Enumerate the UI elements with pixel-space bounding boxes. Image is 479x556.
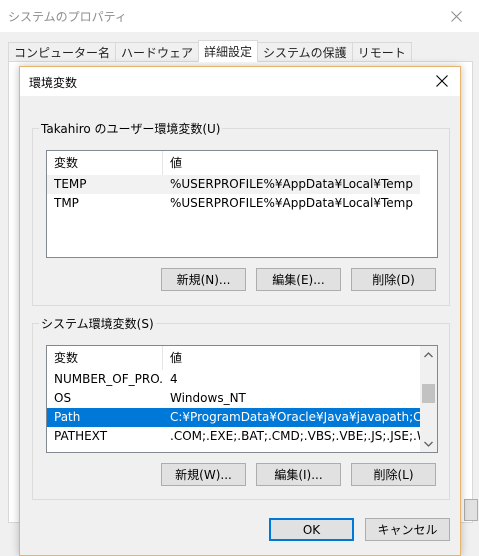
variable-name: OS [54, 391, 72, 405]
environment-variables-dialog: 環境変数 Takahiro のユーザー環境変数(U) 変数 値 TEMP %US… [19, 66, 461, 556]
user-variables-list[interactable]: 変数 値 TEMP %USERPROFILE%¥AppData¥Local¥Te… [46, 150, 438, 258]
variable-value: %USERPROFILE%¥AppData¥Local¥Temp [170, 196, 413, 210]
tab-hardware[interactable]: ハードウェア [115, 42, 200, 62]
variable-value: C:¥ProgramData¥Oracle¥Java¥javapath;C:¥P… [170, 410, 420, 424]
parent-apply-button-edge[interactable] [464, 499, 478, 521]
user-variables-group: Takahiro のユーザー環境変数(U) 変数 値 TEMP %USERPRO… [32, 120, 450, 306]
variable-name: TMP [54, 196, 79, 210]
tab-computer-name[interactable]: コンピューター名 [8, 42, 117, 62]
list-item[interactable]: OS Windows_NT [47, 389, 420, 408]
variable-name: TEMP [54, 177, 87, 191]
tab-remote[interactable]: リモート [351, 42, 412, 62]
parent-tab-strip: コンピューター名 ハードウェア 詳細設定 システムの保護 リモート [8, 40, 412, 62]
user-variables-legend: Takahiro のユーザー環境変数(U) [41, 122, 221, 136]
dialog-titlebar: 環境変数 [20, 67, 460, 96]
list-item[interactable]: NUMBER_OF_PRO... 4 [47, 370, 420, 389]
column-header-variable[interactable]: 変数 [47, 151, 163, 175]
cancel-button[interactable]: キャンセル [365, 518, 450, 541]
user-list-header: 変数 値 [47, 151, 437, 175]
system-variables-list[interactable]: 変数 値 NUMBER_OF_PRO... 4 OS Windows_NT Pa… [46, 345, 438, 453]
user-new-button[interactable]: 新規(N)... [161, 268, 246, 291]
system-variables-legend: システム環境変数(S) [41, 317, 154, 331]
scroll-up-icon[interactable] [420, 346, 437, 363]
tab-system-protection[interactable]: システムの保護 [257, 42, 353, 62]
variable-value: 4 [170, 372, 178, 386]
column-header-variable[interactable]: 変数 [47, 346, 163, 370]
variable-name: NUMBER_OF_PRO... [54, 372, 163, 386]
system-variables-group: システム環境変数(S) 変数 値 NUMBER_OF_PRO... 4 OS W… [32, 315, 450, 500]
variable-value: .COM;.EXE;.BAT;.CMD;.VBS;.VBE;.JS;.JSE;.… [170, 429, 420, 443]
system-delete-button[interactable]: 削除(L) [351, 463, 436, 486]
system-edit-button[interactable]: 編集(I)... [256, 463, 341, 486]
variable-value: %USERPROFILE%¥AppData¥Local¥Temp [170, 177, 413, 191]
variable-value: Windows_NT [170, 391, 246, 405]
user-edit-button[interactable]: 編集(E)... [256, 268, 341, 291]
list-item[interactable]: TMP %USERPROFILE%¥AppData¥Local¥Temp [47, 194, 420, 213]
column-header-value[interactable]: 値 [163, 346, 423, 370]
parent-close-icon[interactable] [433, 0, 479, 32]
scrollbar-thumb[interactable] [422, 384, 435, 403]
parent-titlebar: システムのプロパティ [0, 0, 479, 32]
list-item[interactable]: TEMP %USERPROFILE%¥AppData¥Local¥Temp [47, 175, 420, 194]
column-header-value[interactable]: 値 [163, 151, 423, 175]
user-delete-button[interactable]: 削除(D) [351, 268, 436, 291]
dialog-close-icon[interactable] [430, 70, 454, 92]
list-item-selected[interactable]: Path C:¥ProgramData¥Oracle¥Java¥javapath… [47, 408, 420, 427]
variable-name: Path [54, 410, 81, 424]
system-list-scrollbar[interactable] [420, 346, 437, 452]
system-new-button[interactable]: 新規(W)... [161, 463, 246, 486]
variable-name: PATHEXT [54, 429, 108, 443]
system-list-header: 変数 値 [47, 346, 437, 370]
dialog-title: 環境変数 [29, 76, 78, 90]
tab-advanced[interactable]: 詳細設定 [198, 40, 259, 62]
list-item[interactable]: PATHEXT .COM;.EXE;.BAT;.CMD;.VBS;.VBE;.J… [47, 427, 420, 446]
ok-button[interactable]: OK [269, 518, 354, 541]
scroll-down-icon[interactable] [420, 435, 437, 452]
parent-window-title: システムのプロパティ [8, 10, 127, 24]
